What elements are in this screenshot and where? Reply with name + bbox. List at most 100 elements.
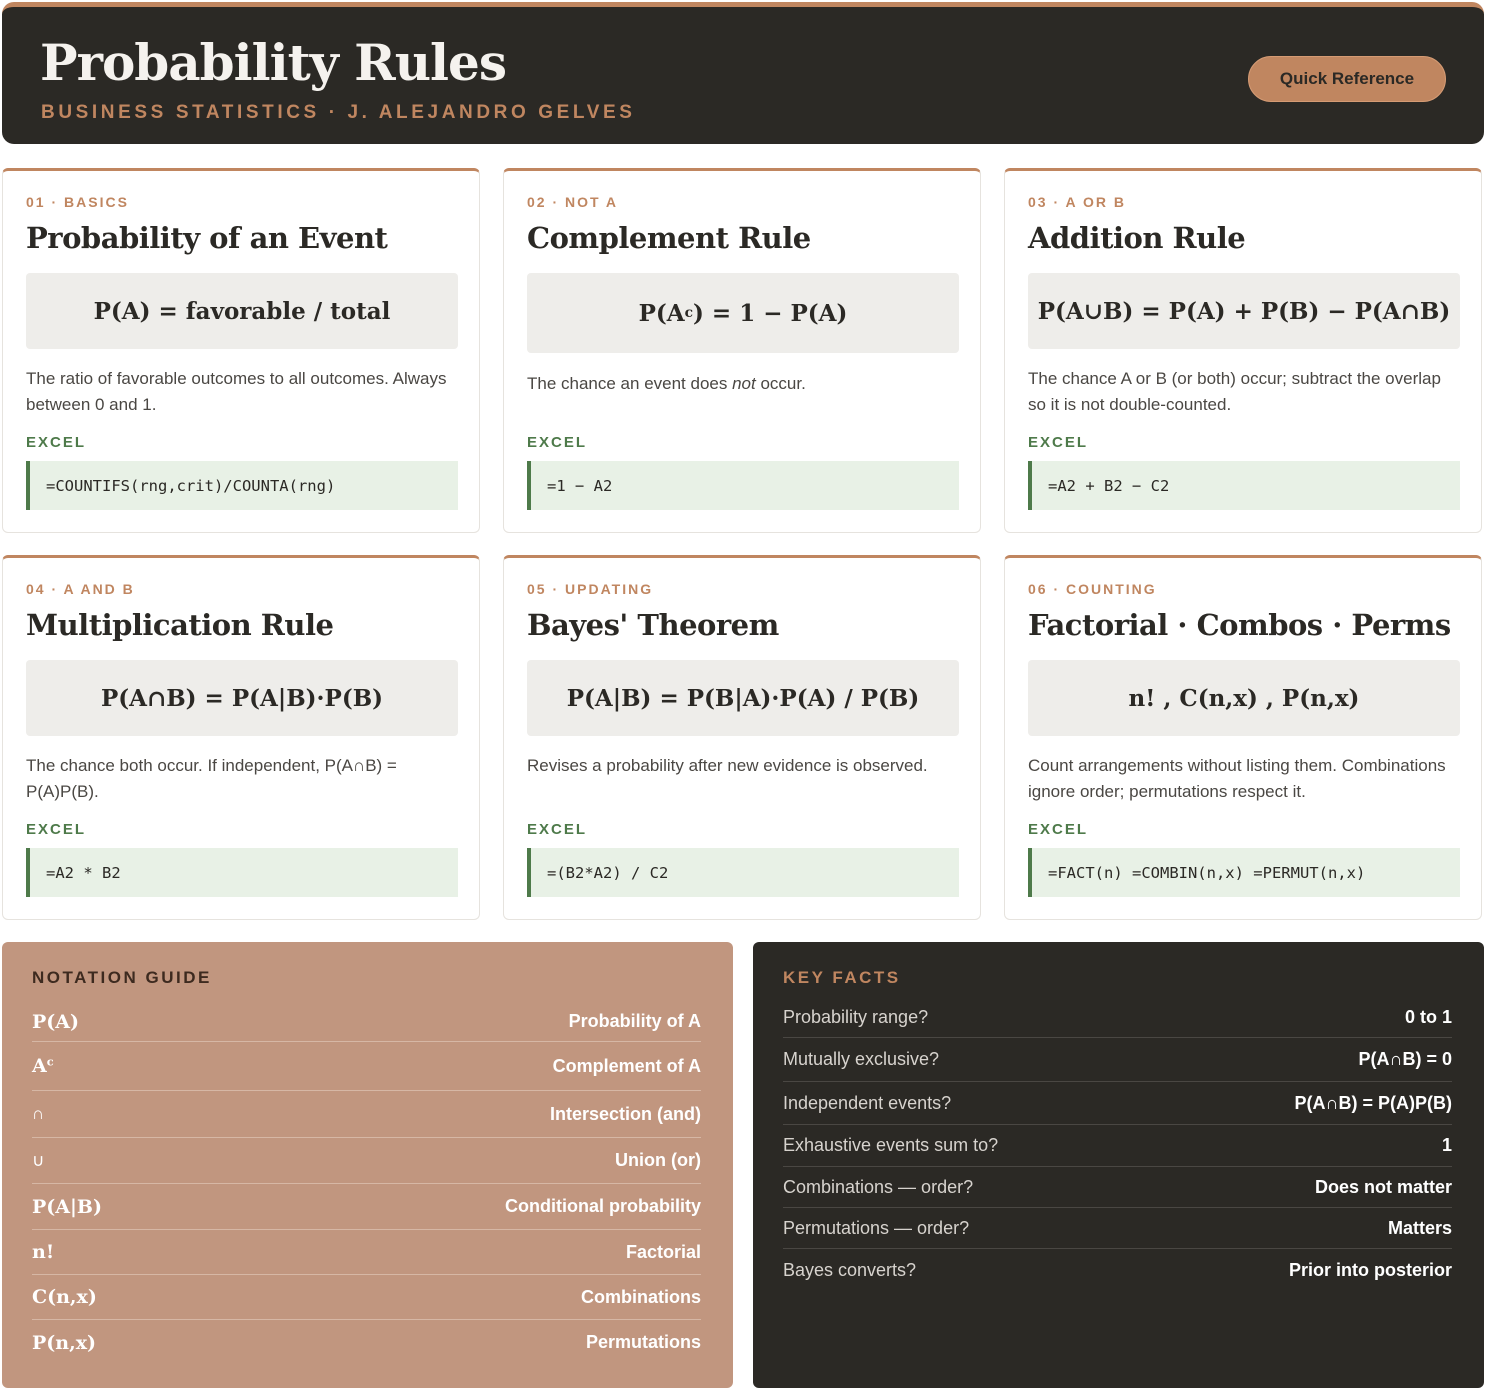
- rule-card-complement: 02 · NOT A Complement Rule P(A c) = 1 − P…: [503, 168, 981, 533]
- fact-row: Bayes converts? Prior into posterior: [783, 1249, 1452, 1291]
- rule-card-counting: 06 · COUNTING Factorial · Combos · Perms…: [1004, 555, 1482, 920]
- excel-label: EXCEL: [26, 434, 87, 451]
- fact-answer: 0 to 1: [1404, 1007, 1452, 1027]
- card-title: Addition Rule: [1028, 221, 1246, 255]
- panel-title: NOTATION GUIDE: [32, 968, 212, 987]
- fact-answer: Matters: [1387, 1217, 1452, 1238]
- card-tag: 01 · BASICS: [26, 194, 129, 210]
- excel-formula: =COUNTIFS(rng,crit)/COUNTA(rng): [26, 461, 458, 510]
- card-description: The chance an event does not occur.: [527, 371, 959, 397]
- fact-question: Independent events?: [783, 1092, 952, 1113]
- notation-row: n! Factorial: [32, 1230, 701, 1275]
- page-header: Probability Rules BUSINESS STATISTICS · …: [2, 2, 1484, 144]
- fact-question: Combinations — order?: [783, 1176, 974, 1197]
- description-part: occur.: [755, 374, 806, 393]
- notation-symbol: P(A|B): [32, 1195, 102, 1218]
- card-description: The ratio of favorable outcomes to all o…: [26, 369, 447, 414]
- symbol-superscript: c: [46, 1054, 54, 1069]
- notation-meaning: Intersection (and): [549, 1103, 701, 1124]
- card-tag: 06 · COUNTING: [1028, 581, 1157, 597]
- card-tag: 03 · A OR B: [1028, 194, 1126, 210]
- fact-answer: Prior into posterior: [1288, 1259, 1452, 1280]
- fact-answer: Does not matter: [1314, 1176, 1452, 1197]
- panel-title: KEY FACTS: [783, 968, 901, 987]
- notation-row: Ac Complement of A: [32, 1042, 701, 1091]
- notation-meaning: Combinations: [581, 1286, 701, 1307]
- excel-label: EXCEL: [26, 821, 87, 838]
- rule-card-multiplication: 04 · A AND B Multiplication Rule P(A∩B) …: [2, 555, 480, 920]
- notation-meaning: Complement of A: [552, 1055, 701, 1076]
- notation-meaning: Probability of A: [568, 1011, 701, 1031]
- card-formula: P(A) = favorable / total: [26, 273, 458, 349]
- fact-question: Exhaustive events sum to?: [783, 1135, 999, 1155]
- card-title: Bayes' Theorem: [527, 608, 779, 642]
- fact-answer: P(A∩B) = P(A)P(B): [1294, 1092, 1453, 1113]
- notation-symbol: P(A): [32, 1010, 80, 1033]
- card-formula: n! , C(n,x) , P(n,x): [1028, 660, 1460, 736]
- notation-meaning: Permutations: [585, 1332, 701, 1352]
- formula-part: P(A: [638, 299, 685, 327]
- notation-row: ∩ Intersection (and): [32, 1091, 701, 1138]
- notation-meaning: Factorial: [625, 1241, 701, 1262]
- key-facts-panel: KEY FACTS Probability range? 0 to 1 Mutu…: [753, 942, 1484, 1388]
- card-tag: 02 · NOT A: [527, 194, 619, 210]
- card-tag: 05 · UPDATING: [527, 581, 654, 597]
- notation-row: P(A) Probability of A: [32, 1002, 701, 1042]
- excel-formula: =FACT(n) =COMBIN(n,x) =PERMUT(n,x): [1028, 848, 1460, 897]
- rule-card-addition: 03 · A OR B Addition Rule P(A∪B) = P(A) …: [1004, 168, 1482, 533]
- excel-label: EXCEL: [1028, 821, 1089, 838]
- fact-row: Probability range? 0 to 1: [783, 998, 1452, 1038]
- card-title: Complement Rule: [527, 221, 811, 255]
- fact-question: Permutations — order?: [783, 1217, 970, 1238]
- notation-row: C(n,x) Combinations: [32, 1275, 701, 1320]
- page-subtitle: BUSINESS STATISTICS · J. ALEJANDRO GELVE…: [41, 102, 636, 123]
- fact-question: Mutually exclusive?: [783, 1049, 940, 1069]
- notation-symbol: n!: [32, 1241, 55, 1263]
- notation-meaning: Conditional probability: [505, 1196, 701, 1216]
- description-emphasis: not: [732, 374, 756, 393]
- card-formula: P(A|B) = P(B|A)·P(A) / P(B): [527, 660, 959, 736]
- fact-row: Combinations — order? Does not matter: [783, 1167, 1452, 1208]
- notation-meaning: Union (or): [615, 1150, 701, 1170]
- notation-row: ∪ Union (or): [32, 1138, 701, 1184]
- page-title: Probability Rules: [40, 33, 507, 92]
- notation-symbol: ∪: [32, 1150, 45, 1170]
- excel-label: EXCEL: [527, 821, 588, 838]
- fact-answer: P(A∩B) = 0: [1358, 1049, 1452, 1069]
- card-description: Revises a probability after new evidence…: [527, 756, 928, 775]
- card-formula: P(A∪B) = P(A) + P(B) − P(A∩B): [1028, 273, 1460, 349]
- fact-row: Mutually exclusive? P(A∩B) = 0: [783, 1038, 1452, 1082]
- fact-row: Exhaustive events sum to? 1: [783, 1125, 1452, 1167]
- excel-formula: =A2 * B2: [26, 848, 458, 897]
- card-title: Multiplication Rule: [26, 608, 334, 642]
- card-description: The chance both occur. If independent, P…: [26, 756, 397, 801]
- excel-label: EXCEL: [527, 434, 588, 451]
- notation-symbol: Ac: [32, 1055, 54, 1077]
- excel-label: EXCEL: [1028, 434, 1089, 451]
- symbol-base: A: [32, 1055, 47, 1077]
- notation-guide-panel: NOTATION GUIDE P(A) Probability of A Ac …: [2, 942, 733, 1388]
- excel-formula: =(B2*A2) / C2: [527, 848, 959, 897]
- card-formula: P(A∩B) = P(A|B)·P(B): [26, 660, 458, 736]
- card-formula: P(A c) = 1 − P(A): [527, 273, 959, 353]
- excel-formula: =A2 + B2 − C2: [1028, 461, 1460, 510]
- card-tag: 04 · A AND B: [26, 581, 135, 597]
- notation-symbol: P(n,x): [32, 1331, 97, 1354]
- card-description: Count arrangements without listing them.…: [1028, 756, 1446, 801]
- fact-answer: 1: [1441, 1135, 1452, 1155]
- formula-part: ) = 1 − P(A): [693, 299, 848, 327]
- fact-question: Probability range?: [783, 1007, 929, 1027]
- fact-row: Permutations — order? Matters: [783, 1208, 1452, 1249]
- description-part: The chance an event does: [527, 374, 733, 393]
- card-title: Probability of an Event: [26, 221, 388, 255]
- excel-formula: =1 − A2: [527, 461, 959, 510]
- notation-row: P(n,x) Permutations: [32, 1320, 701, 1365]
- fact-question: Bayes converts?: [783, 1259, 917, 1280]
- notation-symbol: C(n,x): [32, 1286, 97, 1308]
- card-description: The chance A or B (or both) occur; subtr…: [1028, 369, 1441, 414]
- rule-card-bayes: 05 · UPDATING Bayes' Theorem P(A|B) = P(…: [503, 555, 981, 920]
- quick-reference-button[interactable]: Quick Reference: [1248, 56, 1446, 102]
- notation-row: P(A|B) Conditional probability: [32, 1184, 701, 1230]
- notation-symbol: ∩: [32, 1104, 45, 1123]
- card-title: Factorial · Combos · Perms: [1028, 608, 1451, 642]
